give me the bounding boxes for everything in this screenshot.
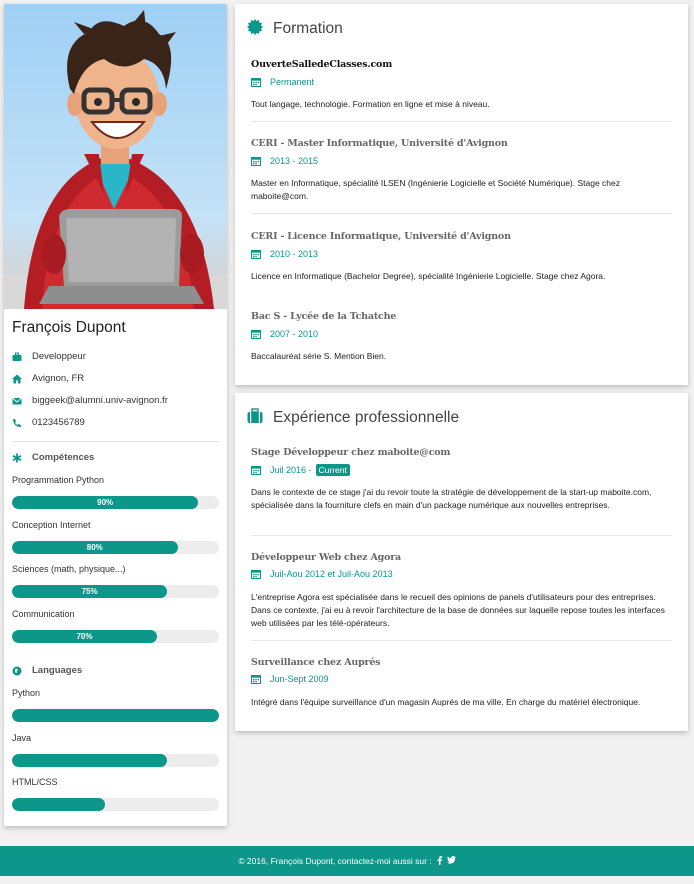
language-bar-fill <box>12 798 106 811</box>
formation-entry-desc: Baccalauréat série S. Mention Bien. <box>251 351 387 361</box>
experience-entry-title: Stage Développeur chez maboite@com <box>251 447 451 458</box>
formation-entry-date-text: 2007 - 2010 <box>270 329 319 339</box>
profile-card: François Dupont Developpeur Avignon, FR … <box>4 4 227 826</box>
skill-bar-fill: 70% <box>12 630 157 643</box>
formation-entry-desc: Master en Informatique, spécialité ILSEN… <box>251 178 620 201</box>
divider <box>12 441 219 442</box>
formation-entry-date: 2013 - 2015 <box>251 156 318 166</box>
asterisk-icon <box>12 453 22 462</box>
entry-divider <box>251 121 672 122</box>
experience-entry-date: Juil-Aou 2012 et Juil-Aou 2013 <box>251 569 393 579</box>
profile-job: Developpeur <box>12 351 86 362</box>
calendar-icon <box>251 78 261 87</box>
skill-label: Sciences (math, physique...) <box>12 564 126 574</box>
experience-entry-desc: Intégré dans l'équipe surveillance d'un … <box>251 697 641 707</box>
profile-phone: 0123456789 <box>12 417 85 428</box>
footer-text: © 2016, François Dupont, contactez-moi a… <box>238 856 432 866</box>
formation-entry-title: OuverteSalledeClasses.com <box>251 59 393 70</box>
profile-name: François Dupont <box>12 319 126 336</box>
language-bar <box>12 798 219 811</box>
skill-label: Conception Internet <box>12 520 91 530</box>
formation-entry-date-text: Permanent <box>270 77 315 87</box>
calendar-icon <box>251 466 261 475</box>
experience-entry-desc: L'entreprise Agora est spécialisée dans … <box>251 592 665 628</box>
profile-phone-text: 0123456789 <box>32 417 85 428</box>
experience-entry-date-text: Juil 2016 - <box>270 465 312 475</box>
briefcase-icon <box>12 352 22 361</box>
current-badge: Current <box>315 464 350 476</box>
suitcase-icon <box>247 408 263 423</box>
profile-location-text: Avignon, FR <box>32 373 85 384</box>
skill-label: Communication <box>12 609 75 619</box>
language-label: Python <box>12 688 41 698</box>
skills-title-text: Compétences <box>32 452 95 463</box>
skill-bar: 90% <box>12 496 219 509</box>
avatar <box>4 4 227 309</box>
languages-title: Languages <box>12 665 82 676</box>
experience-entry-date-text: Jun-Sept 2009 <box>270 674 329 684</box>
formation-card: Formation OuverteSalledeClasses.com Perm… <box>235 4 688 385</box>
developer-illustration <box>4 10 227 309</box>
formation-entry-desc: Tout langage, technologie. Formation en … <box>251 99 490 109</box>
globe-icon <box>12 666 22 675</box>
entry-divider <box>251 535 672 536</box>
experience-entry-date-text: Juil-Aou 2012 et Juil-Aou 2013 <box>270 569 393 579</box>
language-bar <box>12 709 219 722</box>
formation-entry-title: CERI - Licence Informatique, Université … <box>251 231 511 242</box>
profile-email-text[interactable]: biggeek@alumni.univ-avignon.fr <box>32 395 168 406</box>
language-label: HTML/CSS <box>12 777 58 787</box>
skill-bar-fill: 75% <box>12 585 168 598</box>
formation-entry-title: Bac S - Lycée de la Tchatche <box>251 311 397 322</box>
calendar-icon <box>251 330 261 339</box>
formation-entry-title: CERI - Master Informatique, Université d… <box>251 138 508 149</box>
formation-entry-date-text: 2010 - 2013 <box>270 249 319 259</box>
language-bar-fill <box>12 754 168 767</box>
formation-entry-date: 2007 - 2010 <box>251 329 318 339</box>
twitter-icon[interactable] <box>446 856 456 866</box>
experience-card: Expérience professionnelle Stage Dévelop… <box>235 393 688 731</box>
skill-bar: 70% <box>12 630 219 643</box>
profile-job-text: Developpeur <box>32 351 86 362</box>
skill-label: Programmation Python <box>12 475 105 485</box>
experience-entry-title: Développeur Web chez Agora <box>251 552 401 563</box>
experience-entry-date: Jun-Sept 2009 <box>251 674 329 684</box>
experience-entry-date: Juil 2016 - Current <box>251 464 350 476</box>
language-bar-fill <box>12 709 219 722</box>
skill-bar-fill: 90% <box>12 496 199 509</box>
calendar-icon <box>251 570 261 579</box>
entry-divider <box>251 640 672 641</box>
experience-title: Expérience professionnelle <box>273 409 460 426</box>
formation-title: Formation <box>273 20 343 37</box>
skill-bar: 75% <box>12 585 219 598</box>
entry-divider <box>251 213 672 214</box>
calendar-icon <box>251 250 261 259</box>
skill-bar: 80% <box>12 541 219 554</box>
phone-icon <box>13 418 21 427</box>
home-icon <box>12 374 22 383</box>
profile-email[interactable]: biggeek@alumni.univ-avignon.fr <box>12 395 168 406</box>
experience-entry-title: Surveillance chez Auprés <box>251 657 381 668</box>
facebook-icon[interactable] <box>436 855 443 867</box>
formation-entry-date: Permanent <box>251 77 314 87</box>
languages-title-text: Languages <box>32 665 83 676</box>
skills-title: Compétences <box>12 452 94 463</box>
formation-entry-date: 2010 - 2013 <box>251 249 318 259</box>
formation-entry-desc: Licence en Informatique (Bachelor Degree… <box>251 271 606 281</box>
certificate-icon <box>247 19 263 35</box>
footer: © 2016, François Dupont, contactez-moi a… <box>0 846 694 876</box>
formation-entry-date-text: 2013 - 2015 <box>270 156 319 166</box>
language-bar <box>12 754 219 767</box>
experience-entry-desc: Dans le contexte de ce stage j'ai du rev… <box>251 487 652 510</box>
calendar-icon <box>251 157 261 166</box>
calendar-icon <box>251 675 261 684</box>
skill-bar-fill: 80% <box>12 541 178 554</box>
envelope-icon <box>12 397 22 404</box>
profile-location: Avignon, FR <box>12 373 84 384</box>
language-label: Java <box>12 733 32 743</box>
